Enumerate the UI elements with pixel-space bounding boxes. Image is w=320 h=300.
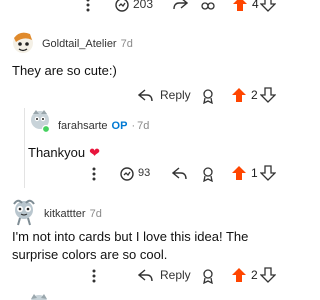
avatar <box>10 198 38 226</box>
avatar <box>10 30 36 58</box>
award-icon[interactable] <box>200 0 216 11</box>
view-count: 203 <box>133 0 154 11</box>
comment-username[interactable]: farahsarte <box>58 120 108 132</box>
upvote-icon[interactable] <box>232 0 248 12</box>
op-badge: OP <box>111 120 128 132</box>
award-icon[interactable] <box>200 88 216 104</box>
downvote-icon[interactable] <box>260 87 276 103</box>
view-count-icon <box>119 166 135 182</box>
more-icon[interactable] <box>92 167 96 181</box>
meta-separator: · <box>131 120 136 132</box>
award-icon[interactable] <box>200 268 216 284</box>
comment-age: 7d <box>137 120 150 132</box>
downvote-icon[interactable] <box>260 267 276 283</box>
comment-body: Thankyou <box>28 145 86 160</box>
upvote-icon[interactable] <box>231 165 247 181</box>
upvote-icon[interactable] <box>231 87 247 103</box>
more-icon[interactable] <box>92 269 96 283</box>
top-action-bar: 203 4 <box>0 0 300 14</box>
avatar <box>28 108 52 136</box>
upvote-icon[interactable] <box>231 267 247 283</box>
view-count: 93 <box>138 167 151 179</box>
comment-username[interactable]: Goldtail_Atelier <box>42 38 117 50</box>
avatar <box>28 290 50 300</box>
reply-icon[interactable] <box>138 269 154 283</box>
comment-age: 7d <box>120 38 133 50</box>
reply-button[interactable]: Reply <box>160 268 191 282</box>
award-icon[interactable] <box>200 166 216 182</box>
downvote-icon[interactable] <box>260 165 276 181</box>
vote-count: 1 <box>251 166 258 180</box>
comment-age: 7d <box>89 208 102 220</box>
comment-body: They are so cute:) <box>12 63 117 78</box>
reply-icon[interactable] <box>138 89 154 103</box>
heart-emoji: ❤ <box>89 145 100 160</box>
more-icon[interactable] <box>86 0 90 12</box>
comment-username[interactable]: kitkattter <box>44 208 86 220</box>
downvote-icon[interactable] <box>260 0 276 12</box>
reply-icon[interactable] <box>172 167 188 181</box>
vote-count: 2 <box>251 268 258 282</box>
share-icon[interactable] <box>172 0 188 11</box>
comment-body: I'm not into cards but I love this idea!… <box>12 229 249 262</box>
view-count-icon <box>114 0 130 13</box>
vote-count: 4 <box>252 0 259 11</box>
reply-button[interactable]: Reply <box>160 88 191 102</box>
vote-count: 2 <box>251 88 258 102</box>
